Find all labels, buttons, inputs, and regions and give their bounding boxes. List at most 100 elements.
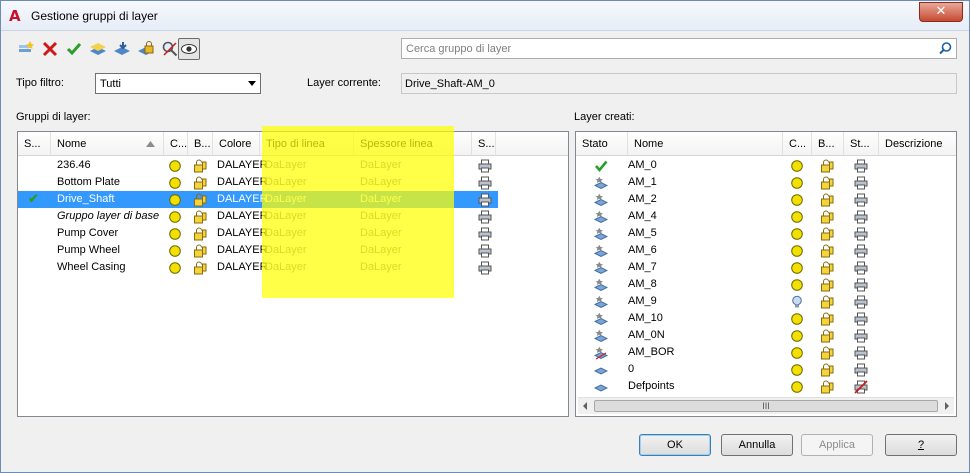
layer-group-lineweight[interactable]: DaLayer: [360, 176, 402, 188]
lightbulb-on-icon[interactable]: [789, 327, 805, 344]
layer-row[interactable]: Defpoints: [576, 378, 954, 395]
lock-layers-button[interactable]: [135, 38, 157, 60]
scroll-right-icon[interactable]: [945, 402, 949, 410]
lightbulb-on-icon[interactable]: [789, 259, 805, 276]
lightbulb-off-icon[interactable]: [789, 293, 805, 310]
column-header-layer-lock[interactable]: B...: [812, 132, 844, 156]
search-icon[interactable]: [938, 41, 953, 56]
lock-icon[interactable]: [819, 327, 835, 344]
lock-icon[interactable]: [192, 242, 208, 259]
lightbulb-on-icon[interactable]: [789, 157, 805, 174]
lightbulb-on-icon[interactable]: [167, 208, 183, 225]
column-header-color[interactable]: Colore: [213, 132, 260, 156]
layer-groups-list[interactable]: S... Nome C... B... Colore Tipo di linea…: [17, 131, 569, 417]
layer-group-color[interactable]: DALAYER: [217, 176, 268, 188]
layer-row[interactable]: 0: [576, 361, 954, 378]
delete-button[interactable]: [39, 38, 61, 60]
layer-group-lineweight[interactable]: DaLayer: [360, 244, 402, 256]
printer-icon[interactable]: [477, 157, 493, 174]
set-current-button[interactable]: [63, 38, 85, 60]
printer-icon[interactable]: [853, 157, 869, 174]
printer-icon[interactable]: [477, 242, 493, 259]
layer-group-linetype[interactable]: DaLayer: [265, 210, 307, 222]
printer-icon[interactable]: [853, 242, 869, 259]
layer-row[interactable]: AM_0: [576, 157, 954, 174]
printer-icon[interactable]: [853, 174, 869, 191]
lock-icon[interactable]: [192, 157, 208, 174]
layer-group-row[interactable]: Wheel Casing DALAYER DaLayer DaLayer: [18, 259, 498, 276]
layer-group-linetype[interactable]: DaLayer: [265, 261, 307, 273]
lightbulb-on-icon[interactable]: [789, 174, 805, 191]
lightbulb-on-icon[interactable]: [789, 276, 805, 293]
printer-disabled-icon[interactable]: [853, 378, 869, 395]
column-header-status[interactable]: S...: [18, 132, 51, 156]
layer-row[interactable]: AM_7: [576, 259, 954, 276]
lightbulb-on-icon[interactable]: [789, 361, 805, 378]
printer-icon[interactable]: [853, 310, 869, 327]
lightbulb-on-icon[interactable]: [789, 344, 805, 361]
printer-icon[interactable]: [853, 191, 869, 208]
layer-row[interactable]: AM_2: [576, 191, 954, 208]
visibility-toggle-button[interactable]: [178, 38, 200, 60]
ok-button[interactable]: OK: [639, 434, 711, 456]
lightbulb-on-icon[interactable]: [167, 259, 183, 276]
lightbulb-on-icon[interactable]: [167, 191, 183, 208]
layer-group-color[interactable]: DALAYER: [217, 193, 268, 205]
apply-button[interactable]: Applica: [801, 434, 873, 456]
layer-group-linetype[interactable]: DaLayer: [265, 193, 307, 205]
layer-group-row[interactable]: Pump Cover DALAYER DaLayer DaLayer: [18, 225, 498, 242]
lock-icon[interactable]: [819, 310, 835, 327]
lightbulb-on-icon[interactable]: [789, 208, 805, 225]
layer-row[interactable]: AM_5: [576, 225, 954, 242]
column-header-lineweight[interactable]: Spessore linea: [354, 132, 472, 156]
layer-group-linetype[interactable]: DaLayer: [265, 159, 307, 171]
lock-icon[interactable]: [819, 344, 835, 361]
layer-row[interactable]: AM_6: [576, 242, 954, 259]
layer-group-row[interactable]: Bottom Plate DALAYER DaLayer DaLayer: [18, 174, 498, 191]
lightbulb-on-icon[interactable]: [789, 191, 805, 208]
scrollbar-thumb[interactable]: III: [594, 400, 938, 412]
printer-icon[interactable]: [477, 174, 493, 191]
layer-group-color[interactable]: DALAYER: [217, 227, 268, 239]
lightbulb-on-icon[interactable]: [789, 310, 805, 327]
layer-group-lineweight[interactable]: DaLayer: [360, 261, 402, 273]
lock-icon[interactable]: [819, 191, 835, 208]
layer-group-linetype[interactable]: DaLayer: [265, 176, 307, 188]
layer-group-color[interactable]: DALAYER: [217, 244, 268, 256]
column-header-name[interactable]: Nome: [51, 132, 164, 156]
lock-icon[interactable]: [819, 378, 835, 395]
column-header-linetype[interactable]: Tipo di linea: [260, 132, 354, 156]
column-header-state[interactable]: Stato: [576, 132, 628, 156]
lock-icon[interactable]: [819, 242, 835, 259]
layer-row[interactable]: AM_1: [576, 174, 954, 191]
lock-icon[interactable]: [819, 225, 835, 242]
lock-icon[interactable]: [192, 174, 208, 191]
lightbulb-on-icon[interactable]: [167, 174, 183, 191]
title-bar[interactable]: A Gestione gruppi di layer ✕: [1, 1, 969, 31]
horizontal-scrollbar[interactable]: III: [578, 397, 954, 414]
layer-row[interactable]: AM_4: [576, 208, 954, 225]
layer-group-linetype[interactable]: DaLayer: [265, 244, 307, 256]
move-layers-button[interactable]: [111, 38, 133, 60]
filter-type-dropdown[interactable]: Tutti: [95, 73, 261, 94]
new-group-button[interactable]: [15, 38, 37, 60]
layer-group-linetype[interactable]: DaLayer: [265, 227, 307, 239]
printer-icon[interactable]: [853, 208, 869, 225]
lock-icon[interactable]: [192, 191, 208, 208]
lock-icon[interactable]: [192, 225, 208, 242]
printer-icon[interactable]: [853, 344, 869, 361]
created-layers-list[interactable]: Stato Nome C... B... St... Descrizione A…: [575, 131, 957, 417]
column-header-layer-on[interactable]: C...: [783, 132, 812, 156]
lock-icon[interactable]: [819, 293, 835, 310]
layer-row[interactable]: AM_BOR: [576, 344, 954, 361]
column-header-layer-plot[interactable]: St...: [844, 132, 879, 156]
printer-icon[interactable]: [853, 327, 869, 344]
cancel-button[interactable]: Annulla: [721, 434, 793, 456]
layer-group-lineweight[interactable]: DaLayer: [360, 159, 402, 171]
printer-icon[interactable]: [853, 361, 869, 378]
layer-group-row[interactable]: Pump Wheel DALAYER DaLayer DaLayer: [18, 242, 498, 259]
lightbulb-on-icon[interactable]: [789, 242, 805, 259]
layer-group-color[interactable]: DALAYER: [217, 261, 268, 273]
printer-icon[interactable]: [477, 225, 493, 242]
layer-group-lineweight[interactable]: DaLayer: [360, 227, 402, 239]
